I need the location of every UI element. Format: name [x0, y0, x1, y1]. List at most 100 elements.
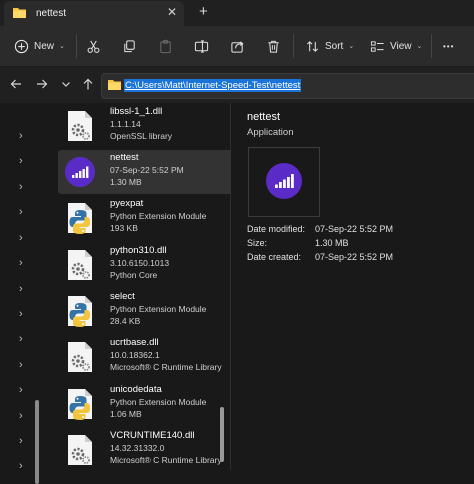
expand-chevron-icon[interactable]: ›: [19, 435, 23, 447]
paste-icon: [160, 39, 171, 53]
navigation-pane: › › › › › › › › › › › › › ›: [0, 103, 46, 484]
property-label: Size:: [247, 238, 268, 248]
property-label: Date created:: [247, 252, 302, 262]
property-value: 07-Sep-22 5:52 PM: [315, 252, 394, 262]
file-name: python310.dll: [110, 245, 167, 256]
sort-icon: [306, 40, 319, 52]
file-name: libssl-1_1.dll: [110, 106, 163, 117]
folder-icon: [108, 80, 121, 90]
nettest-app-icon: [266, 163, 302, 199]
expand-chevron-icon[interactable]: ›: [19, 257, 23, 269]
toolbar-divider: [76, 34, 77, 58]
file-list-scrollbar[interactable]: [220, 407, 224, 462]
file-name: ucrtbase.dll: [110, 337, 159, 348]
expand-chevron-icon[interactable]: ›: [19, 181, 23, 193]
rename-button[interactable]: [194, 35, 209, 57]
python-icon: [68, 296, 92, 327]
tab-title: nettest: [36, 8, 67, 19]
file-detail: Microsoft® C Runtime Library: [110, 362, 222, 372]
file-detail: 193 KB: [110, 223, 138, 233]
new-button[interactable]: New ⌄: [14, 35, 65, 57]
expand-chevron-icon[interactable]: ›: [19, 283, 23, 295]
file-list: libssl-1_1.dll 1.1.1.14 OpenSSL library …: [46, 103, 263, 470]
file-name: select: [110, 291, 135, 302]
chevron-down-icon: ⌄: [59, 43, 65, 50]
copy-icon: [124, 39, 135, 52]
nettest-app-icon: [65, 157, 95, 187]
chevron-down-icon: ⌄: [348, 43, 355, 50]
view-button-label: View: [390, 40, 412, 52]
sort-button[interactable]: Sort ⌄: [305, 35, 354, 57]
file-name: VCRUNTIME140.dll: [110, 430, 195, 441]
expand-chevron-icon[interactable]: ›: [19, 460, 23, 472]
navigation-scrollbar[interactable]: [35, 400, 39, 484]
scissors-icon: [87, 40, 100, 53]
details-title: nettest: [247, 111, 281, 123]
file-detail: 14.32.31332.0: [110, 443, 165, 453]
dll-gear-icon: [68, 342, 92, 372]
expand-chevron-icon[interactable]: ›: [19, 308, 23, 320]
property-value: 1.30 MB: [315, 238, 349, 248]
expand-chevron-icon[interactable]: ›: [19, 206, 23, 218]
copy-button[interactable]: [122, 35, 137, 57]
dll-gear-icon: [68, 250, 92, 280]
details-type: Application: [247, 127, 294, 138]
delete-button[interactable]: [266, 35, 281, 57]
expand-chevron-icon[interactable]: ›: [19, 410, 23, 422]
file-detail: 3.10.6150.1013: [110, 258, 170, 268]
file-detail: Python Extension Module: [110, 304, 207, 314]
title-bar: nettest ✕ +: [0, 0, 474, 26]
file-detail: 10.0.18362.1: [110, 350, 160, 360]
file-name: unicodedata: [110, 384, 162, 395]
address-path[interactable]: C:\Users\Matt\Internet-Speed-Test\nettes…: [124, 79, 302, 92]
expand-chevron-icon[interactable]: ›: [19, 232, 23, 244]
sort-button-label: Sort: [325, 40, 344, 52]
toolbar-divider: [293, 34, 294, 58]
file-detail: Python Extension Module: [110, 397, 207, 407]
file-detail: 1.06 MB: [110, 409, 142, 419]
cut-button[interactable]: [86, 35, 101, 57]
python-icon: [68, 389, 92, 420]
address-bar[interactable]: C:\Users\Matt\Internet-Speed-Test\nettes…: [101, 73, 474, 99]
new-button-label: New: [34, 40, 55, 52]
file-detail: Microsoft® C Runtime Library: [110, 455, 222, 465]
tab-close-button[interactable]: ✕: [167, 5, 177, 19]
command-bar: New ⌄ Sort ⌄ View ⌄ •••: [0, 26, 474, 67]
folder-icon: [13, 8, 26, 18]
back-arrow-icon[interactable]: [9, 77, 23, 91]
expand-chevron-icon[interactable]: ›: [19, 155, 23, 167]
file-detail: 07-Sep-22 5:52 PM: [110, 165, 184, 175]
paste-button[interactable]: [158, 35, 173, 57]
chevron-down-icon: ⌄: [416, 43, 423, 50]
preview-thumbnail: [248, 147, 320, 217]
expand-chevron-icon[interactable]: ›: [19, 333, 23, 345]
file-name: pyexpat: [110, 198, 144, 209]
view-button[interactable]: View ⌄: [370, 35, 422, 57]
dll-gear-icon: [68, 435, 92, 465]
details-pane: nettest Application Date modified: 07-Se…: [231, 103, 474, 470]
file-detail: OpenSSL library: [110, 131, 173, 141]
python-icon: [68, 203, 92, 234]
expand-chevron-icon[interactable]: ›: [19, 359, 23, 371]
plus-circle-icon: [14, 39, 29, 53]
expand-chevron-icon[interactable]: ›: [19, 384, 23, 396]
address-row: C:\Users\Matt\Internet-Speed-Test\nettes…: [0, 67, 474, 103]
dll-gear-icon: [68, 111, 92, 141]
toolbar-divider: [431, 34, 432, 58]
new-tab-button[interactable]: +: [199, 3, 208, 20]
trash-icon: [268, 40, 279, 53]
more-options-button[interactable]: •••: [443, 35, 454, 57]
file-detail: Python Core: [110, 270, 158, 280]
tab-nettest[interactable]: nettest ✕: [4, 1, 184, 26]
file-detail: 1.30 MB: [110, 177, 142, 187]
file-detail: 1.1.1.14: [110, 119, 141, 129]
property-value: 07-Sep-22 5:52 PM: [315, 224, 394, 234]
property-label: Date modified:: [247, 224, 306, 234]
expand-chevron-icon[interactable]: ›: [19, 130, 23, 142]
up-arrow-icon[interactable]: [81, 77, 95, 91]
file-detail: Python Extension Module: [110, 211, 207, 221]
forward-arrow-icon[interactable]: [35, 77, 49, 91]
chevron-down-icon[interactable]: [59, 77, 73, 91]
share-button[interactable]: [230, 35, 245, 57]
view-icon: [370, 40, 384, 52]
